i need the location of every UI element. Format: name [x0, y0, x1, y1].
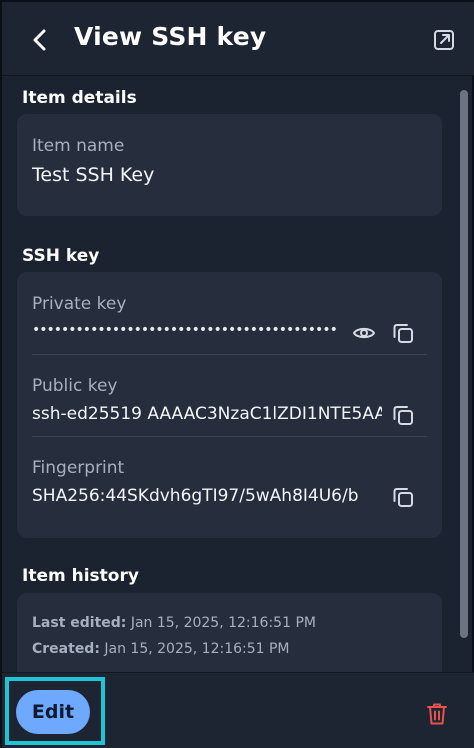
popup-window: View SSH key Item details Item name Test…	[0, 0, 474, 748]
back-button[interactable]	[24, 24, 56, 56]
private-key-label: Private key	[32, 294, 127, 314]
copy-fingerprint-button[interactable]	[389, 483, 417, 511]
public-key-value[interactable]: ssh-ed25519 AAAAC3NzaC1lZDI1NTE5AAAA	[32, 404, 382, 424]
toggle-visibility-button[interactable]	[350, 319, 378, 347]
created-row: Created: Jan 15, 2025, 12:16:51 PM	[32, 641, 290, 657]
section-title-ssh-key: SSH key	[22, 246, 100, 266]
last-edited-value: Jan 15, 2025, 12:16:51 PM	[126, 615, 316, 631]
copy-icon	[393, 324, 413, 343]
popout-button[interactable]	[430, 26, 458, 54]
edit-button[interactable]: Edit	[16, 690, 90, 734]
public-key-label: Public key	[32, 376, 118, 396]
header: View SSH key	[2, 2, 474, 76]
copy-icon	[393, 406, 413, 425]
scrollbar-thumb[interactable]	[460, 90, 468, 638]
private-key-value[interactable]: ••••••••••••••••••••••••••••••••••••••••…	[32, 322, 350, 338]
item-details-card: Item name Test SSH Key	[17, 114, 442, 216]
created-value: Jan 15, 2025, 12:16:51 PM	[99, 641, 290, 657]
item-name-label: Item name	[32, 136, 125, 156]
fingerprint-value[interactable]: SHA256:44SKdvh6gTI97/5wAh8I4U6/b	[32, 486, 382, 506]
fingerprint-label: Fingerprint	[32, 458, 125, 478]
divider	[32, 354, 427, 355]
last-edited-row: Last edited: Jan 15, 2025, 12:16:51 PM	[32, 615, 316, 631]
section-title-item-details: Item details	[22, 88, 137, 108]
section-title-item-history: Item history	[22, 566, 139, 586]
copy-icon	[393, 488, 413, 507]
copy-private-key-button[interactable]	[389, 319, 417, 347]
divider	[32, 436, 427, 437]
ssh-key-card: Private key ••••••••••••••••••••••••••••…	[17, 272, 442, 538]
created-label: Created:	[32, 641, 100, 657]
chevron-left-icon	[33, 29, 46, 51]
scroll-content[interactable]: Item details Item name Test SSH Key SSH …	[2, 76, 474, 672]
popout-icon	[434, 30, 454, 50]
footer: Edit	[2, 672, 474, 748]
eye-icon	[353, 327, 375, 339]
copy-public-key-button[interactable]	[389, 401, 417, 429]
delete-button[interactable]	[424, 701, 450, 727]
item-name-value[interactable]: Test SSH Key	[32, 164, 422, 186]
trash-icon	[427, 703, 447, 725]
page-title: View SSH key	[74, 22, 267, 51]
item-history-card: Last edited: Jan 15, 2025, 12:16:51 PM C…	[17, 593, 442, 672]
last-edited-label: Last edited:	[32, 615, 127, 631]
